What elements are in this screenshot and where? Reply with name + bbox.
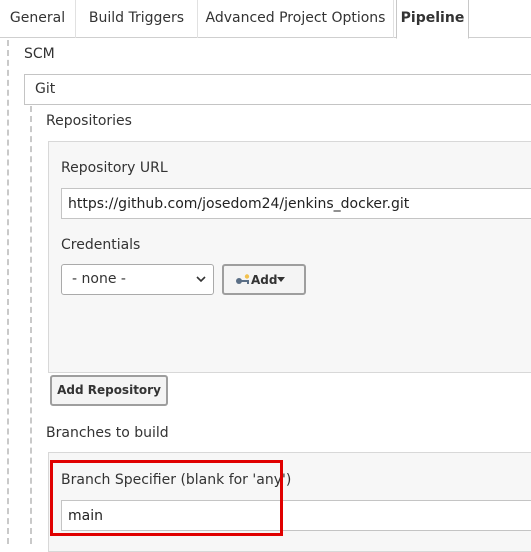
repository-url-label: Repository URL — [61, 160, 168, 176]
add-button-label: Add — [251, 273, 278, 287]
branches-to-build-label: Branches to build — [46, 425, 169, 441]
repositories-label: Repositories — [46, 113, 132, 129]
scm-label: SCM — [24, 46, 55, 62]
credentials-add-button[interactable]: Add — [222, 264, 306, 295]
tab-pipeline[interactable]: Pipeline — [396, 0, 469, 39]
credentials-select[interactable]: - none - — [61, 264, 214, 295]
chevron-down-icon — [196, 276, 206, 283]
repository-url-input[interactable] — [61, 188, 531, 219]
highlight-annotation — [50, 460, 283, 536]
add-repository-button-label: Add Repository — [57, 383, 161, 397]
scm-select[interactable]: Git — [24, 74, 531, 105]
scm-select-value: Git — [35, 81, 56, 97]
tab-bar: General Build Triggers Advanced Project … — [0, 0, 531, 39]
credentials-select-value: - none - — [72, 271, 126, 287]
add-repository-button[interactable]: Add Repository — [50, 375, 168, 406]
credentials-label: Credentials — [61, 237, 141, 253]
tab-general[interactable]: General — [0, 0, 76, 38]
nested-guide-line — [30, 106, 32, 544]
tab-advanced-project-options[interactable]: Advanced Project Options — [198, 0, 394, 38]
caret-down-icon — [277, 277, 285, 282]
tab-build-triggers[interactable]: Build Triggers — [76, 0, 198, 38]
section-guide-line — [7, 40, 9, 544]
key-icon — [236, 274, 250, 284]
